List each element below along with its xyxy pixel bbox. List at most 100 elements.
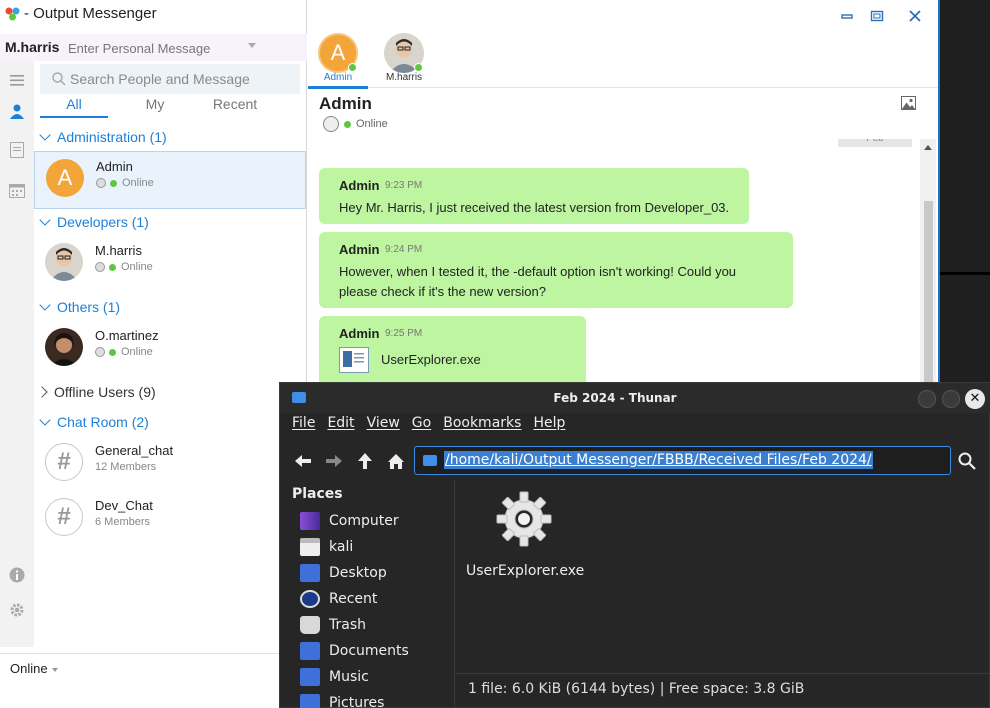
scroll-up-icon[interactable]: [924, 145, 932, 150]
contact-admin[interactable]: A Admin Online: [34, 151, 306, 209]
group-label: Offline Users (9): [54, 384, 156, 400]
group-chat-room[interactable]: Chat Room (2): [38, 414, 149, 430]
menu-help[interactable]: Help: [533, 415, 565, 439]
back-arrow-icon[interactable]: [292, 452, 314, 470]
file-item[interactable]: UserExplorer.exe: [466, 488, 585, 579]
notes-icon[interactable]: [8, 141, 26, 159]
menu-edit[interactable]: Edit: [327, 415, 354, 439]
file-icon[interactable]: [339, 347, 369, 373]
status-bar: 1 file: 6.0 KiB (6144 bytes) | Free spac…: [456, 673, 990, 708]
window-title: Feb 2024 - Thunar: [553, 391, 677, 405]
title-bar: - Output Messenger: [0, 0, 307, 30]
search-input[interactable]: [70, 68, 290, 90]
message-bubble: Admin 9:24 PM However, when I tested it,…: [319, 232, 793, 308]
contact-status: Online: [95, 346, 153, 358]
place-documents[interactable]: Documents: [300, 640, 409, 662]
location-path[interactable]: /home/kali/Output Messenger/FBBB/Receive…: [444, 451, 873, 469]
online-dot-icon: [110, 179, 117, 187]
maximize-button[interactable]: [942, 390, 960, 408]
personal-message-input[interactable]: [62, 37, 247, 59]
contact-mharris[interactable]: M.harris Online: [34, 236, 306, 294]
desktop-background-line: [940, 272, 990, 275]
place-recent[interactable]: Recent: [300, 588, 377, 610]
group-developers[interactable]: Developers (1): [38, 214, 149, 230]
chat-tab-admin[interactable]: A Admin: [308, 30, 368, 89]
home-icon[interactable]: [385, 452, 407, 470]
chevron-down-icon: [39, 129, 51, 141]
chat-room-dev[interactable]: # Dev_Chat 6 Members: [34, 491, 306, 549]
chat-tab-mharris[interactable]: M.harris: [374, 30, 434, 88]
menu-bookmarks[interactable]: Bookmarks: [443, 415, 521, 439]
clock-icon: [300, 590, 320, 608]
menu-go[interactable]: Go: [412, 415, 431, 439]
calendar-icon[interactable]: [8, 181, 26, 199]
online-dot-icon: [344, 120, 351, 128]
folder-icon: [423, 455, 437, 466]
executable-gear-icon: [496, 491, 552, 547]
tab-recent[interactable]: Recent: [205, 96, 265, 118]
place-desktop[interactable]: Desktop: [300, 562, 387, 584]
image-icon[interactable]: [901, 96, 916, 110]
tab-my[interactable]: My: [130, 96, 180, 118]
status-text: 1 file: 6.0 KiB (6144 bytes) | Free spac…: [468, 681, 805, 697]
chat-room-general[interactable]: # General_chat 12 Members: [34, 436, 306, 494]
message-bubble: Admin 9:23 PM Hey Mr. Harris, I just rec…: [319, 168, 749, 224]
desktop-folder-icon: [300, 564, 320, 582]
chat-room-name: Dev_Chat: [95, 498, 153, 513]
place-trash[interactable]: Trash: [300, 614, 366, 636]
file-name: UserExplorer.exe: [466, 563, 585, 579]
close-icon[interactable]: [908, 9, 922, 23]
place-pictures[interactable]: Pictures: [300, 692, 384, 708]
chat-room-members: 6 Members: [95, 516, 151, 528]
attachment-name[interactable]: UserExplorer.exe: [381, 352, 481, 367]
contact-name: O.martinez: [95, 328, 159, 343]
contact-tabs: All My Recent: [40, 96, 300, 120]
status-selector[interactable]: Online: [0, 653, 307, 683]
group-administration[interactable]: Administration (1): [38, 129, 167, 145]
group-label: Administration (1): [57, 129, 167, 145]
contact-omartinez[interactable]: O.martinez Online: [34, 321, 306, 379]
online-dot-icon: [348, 63, 357, 72]
places-heading: Places: [292, 486, 343, 502]
info-icon[interactable]: [8, 566, 26, 584]
chevron-down-icon[interactable]: [248, 43, 256, 48]
group-label: Others (1): [57, 299, 121, 315]
place-computer[interactable]: Computer: [300, 510, 399, 532]
message-line: However, when I tested it, the -default …: [339, 264, 737, 279]
up-arrow-icon[interactable]: [354, 452, 376, 470]
menu-file[interactable]: File: [292, 415, 315, 439]
location-bar[interactable]: /home/kali/Output Messenger/FBBB/Receive…: [414, 446, 951, 475]
globe-icon: [96, 178, 106, 188]
place-label: kali: [329, 539, 354, 555]
place-music[interactable]: Music: [300, 666, 369, 688]
message-bubble: Admin 9:25 PM UserExplorer.exe: [319, 316, 586, 384]
search-icon[interactable]: [958, 452, 976, 470]
app-title: - Output Messenger: [24, 5, 157, 22]
group-label: Chat Room (2): [57, 414, 149, 430]
chat-scrollbar[interactable]: [920, 139, 936, 384]
online-dot-icon: [109, 348, 116, 356]
minimize-icon[interactable]: [840, 9, 854, 23]
hashtag-icon: #: [45, 443, 83, 481]
chat-tabs: A Admin M.harris: [308, 30, 938, 89]
forward-arrow-icon[interactable]: [323, 452, 345, 470]
close-icon[interactable]: ✕: [965, 389, 985, 409]
scrollbar-thumb[interactable]: [924, 201, 933, 384]
group-others[interactable]: Others (1): [38, 299, 120, 315]
music-folder-icon: [300, 668, 320, 686]
group-offline-users[interactable]: Offline Users (9): [36, 384, 156, 400]
maximize-icon[interactable]: [870, 9, 884, 23]
place-kali[interactable]: kali: [300, 536, 353, 558]
menu-view[interactable]: View: [367, 415, 400, 439]
place-label: Desktop: [329, 565, 387, 581]
menu-icon[interactable]: [8, 71, 26, 89]
settings-gear-icon[interactable]: [8, 601, 26, 619]
message-time: 9:23 PM: [385, 180, 423, 191]
minimize-button[interactable]: [918, 390, 936, 408]
date-separator: Feb: [838, 139, 912, 147]
contact-status: Online: [95, 261, 153, 273]
contacts-icon[interactable]: [8, 102, 26, 120]
pictures-folder-icon: [300, 694, 320, 708]
trash-icon: [300, 616, 320, 634]
tab-all[interactable]: All: [40, 96, 108, 118]
